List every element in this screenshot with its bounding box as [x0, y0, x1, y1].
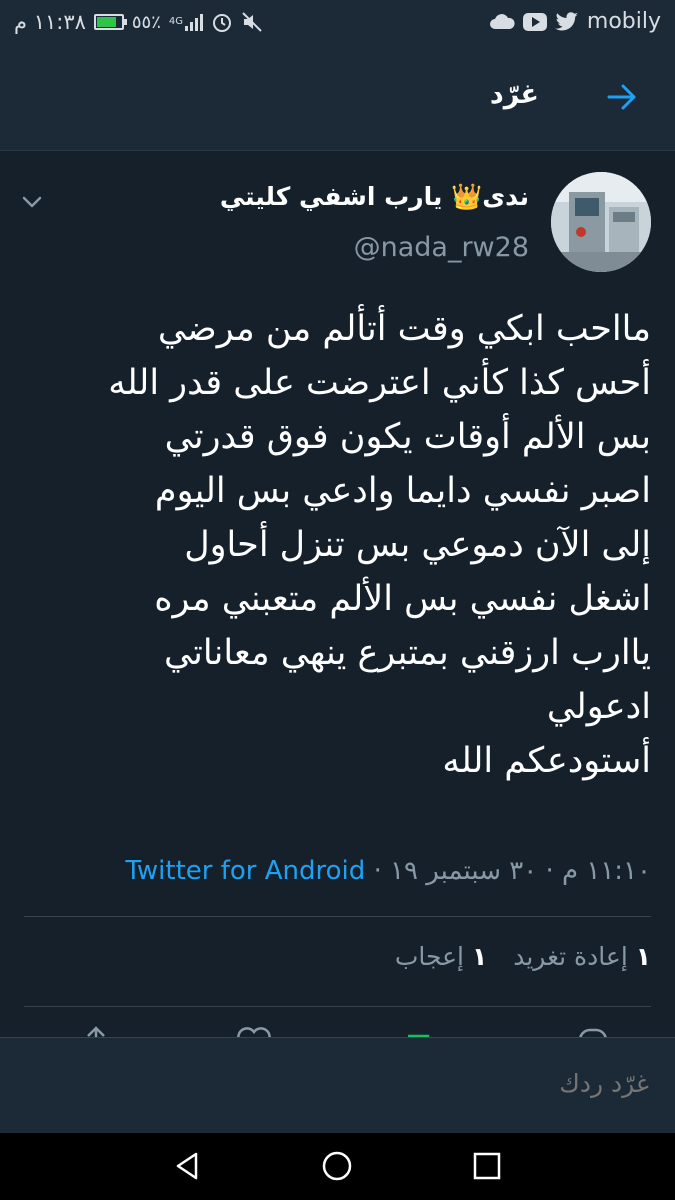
- page-title: غرّد: [489, 79, 539, 110]
- avatar[interactable]: [551, 172, 651, 272]
- status-time: ١١:٣٨ م: [14, 10, 86, 34]
- likes-label: إعجاب: [394, 942, 464, 971]
- arrow-right-icon[interactable]: [605, 80, 639, 114]
- tweet-line: أستودعكم الله: [442, 741, 651, 781]
- tweet-source-link[interactable]: Twitter for Android: [125, 856, 365, 886]
- tweet-date: ٣٠ سبتمبر ١٩: [390, 856, 538, 886]
- meta-separator: ·: [545, 856, 554, 886]
- app-screen: ١١:٣٨ م ٥٥٪ 4G mobily غرّد ندى👑 يارب اشف…: [0, 0, 675, 1200]
- likes-count: ١: [471, 942, 488, 971]
- battery-percent: ٥٥٪: [131, 11, 161, 33]
- youtube-icon: [522, 12, 547, 31]
- tweet-text: مااحب ابكي وقت أتألم من مرضي أحس كذا كأن…: [21, 302, 651, 788]
- tweet-line: اصبر نفسي دايما وادعي بس اليوم: [154, 471, 651, 511]
- tweet-time: ١١:١٠ م: [562, 856, 651, 886]
- status-bar: ١١:٣٨ م ٥٥٪ 4G mobily: [0, 0, 675, 46]
- tweet-line: اشغل نفسي بس الألم متعبني مره: [154, 579, 651, 619]
- display-name-text: ندى👑 يارب اشفي كليتي: [219, 182, 529, 211]
- retweets-label: إعادة تغريد: [513, 942, 628, 971]
- tweet-line: إلى الآن دموعي بس تنزل أحاول: [184, 525, 651, 565]
- tweet-stats: ١ إعادة تغريد ١ إعجاب: [395, 942, 651, 971]
- reply-bar: [0, 1037, 675, 1134]
- user-handle[interactable]: @nada_rw28: [354, 232, 529, 263]
- carrier-name: mobily: [586, 9, 661, 34]
- cloud-icon: [489, 13, 515, 29]
- tweet-line: أحس كذا كأني اعترضت على قدر الله: [108, 363, 651, 403]
- tweet-line: ياارب ارزقني بمتبرع ينهي معاناتي: [164, 633, 651, 673]
- tweet-line: بس الألم أوقات يكون فوق قدرتي: [164, 417, 651, 457]
- twitter-bird-icon: [554, 11, 578, 30]
- mute-icon: [242, 12, 262, 32]
- back-triangle-icon[interactable]: [170, 1149, 204, 1183]
- tweet-line: ادعولي: [546, 687, 651, 727]
- divider: [24, 916, 651, 917]
- meta-separator: ·: [373, 856, 382, 886]
- compose-header: غرّد: [0, 46, 675, 151]
- chevron-down-icon[interactable]: [20, 190, 44, 214]
- navigation-bar: [0, 1133, 675, 1200]
- tweet-detail: ندى👑 يارب اشفي كليتي @nada_rw28 مااحب اب…: [0, 152, 675, 1059]
- reply-input[interactable]: [27, 1068, 651, 1099]
- likes-stat[interactable]: ١ إعجاب: [395, 942, 487, 971]
- recents-square-icon[interactable]: [470, 1149, 504, 1183]
- divider: [24, 1006, 651, 1007]
- alarm-icon: [213, 14, 232, 32]
- retweets-count: ١: [635, 942, 651, 971]
- tweet-line: مااحب ابكي وقت أتألم من مرضي: [157, 309, 651, 349]
- avatar-image: [551, 172, 651, 272]
- status-right: mobily: [489, 9, 661, 34]
- battery-icon: [93, 14, 127, 30]
- network-type: 4G: [168, 16, 184, 27]
- retweets-stat[interactable]: ١ إعادة تغريد: [513, 942, 651, 971]
- display-name[interactable]: ندى👑 يارب اشفي كليتي: [220, 182, 529, 212]
- status-left: ١١:٣٨ م ٥٥٪ 4G: [14, 10, 263, 34]
- tweet-meta: ١١:١٠ م · ٣٠ سبتمبر ١٩ · Twitter for And…: [125, 856, 651, 886]
- signal-icon: 4G: [168, 13, 204, 31]
- home-circle-icon[interactable]: [320, 1149, 354, 1183]
